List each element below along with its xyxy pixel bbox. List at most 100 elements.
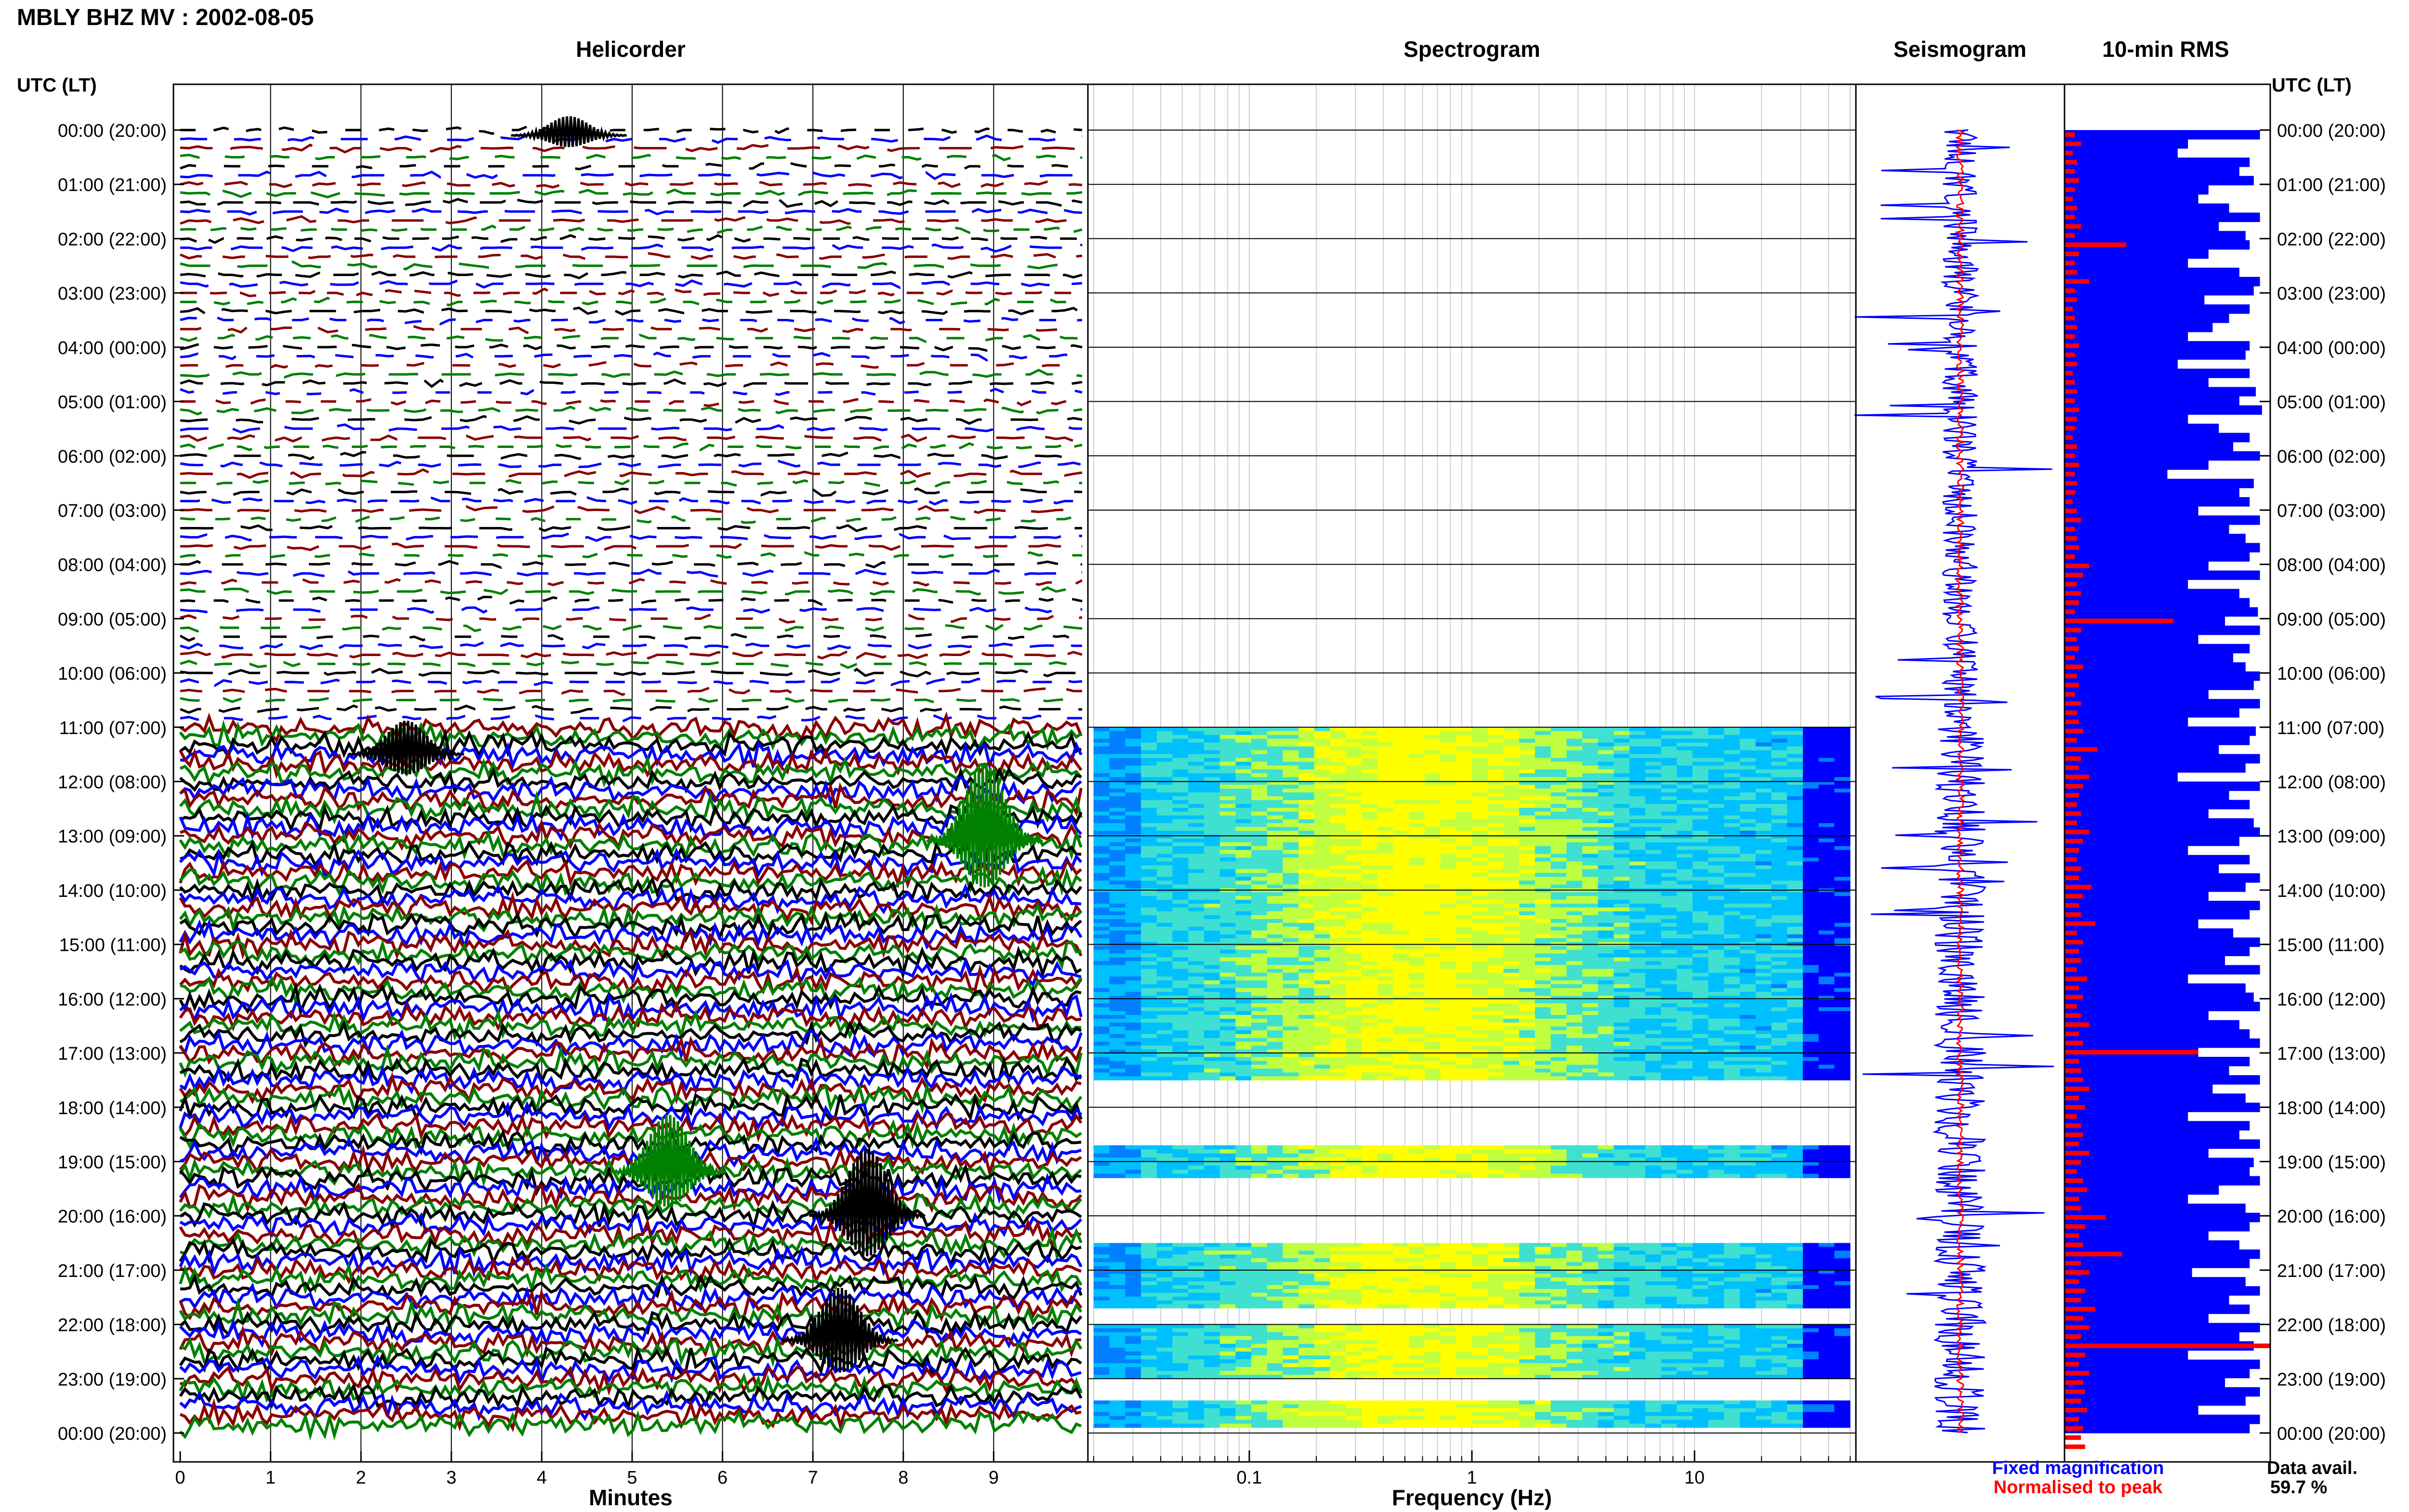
spectrogram-cell bbox=[1362, 815, 1378, 820]
spectrogram-cell bbox=[1724, 926, 1740, 931]
spectrogram-cell bbox=[1440, 857, 1456, 862]
spectrogram-cell bbox=[1424, 1165, 1441, 1170]
spectrogram-cell bbox=[1535, 1003, 1551, 1008]
spectrogram-cell bbox=[1692, 1038, 1709, 1042]
spectrogram-cell bbox=[1109, 1065, 1125, 1069]
spectrogram-cell bbox=[1235, 1026, 1252, 1031]
spectrogram-cell bbox=[1566, 727, 1583, 732]
spectrogram-cell bbox=[1219, 1065, 1236, 1069]
spectrogram-cell bbox=[1582, 1065, 1599, 1069]
spectrogram-cell bbox=[1645, 777, 1661, 781]
spectrogram-cell bbox=[1834, 735, 1851, 739]
spectrogram-cell bbox=[1771, 980, 1787, 985]
spectrogram-cell bbox=[1251, 1038, 1268, 1042]
spectrogram-cell bbox=[1834, 922, 1851, 927]
spectrogram-cell bbox=[1582, 750, 1599, 755]
spectrogram-cell bbox=[1550, 988, 1567, 992]
spectrogram-cell bbox=[1550, 1165, 1567, 1170]
spectrogram-cell bbox=[1125, 984, 1141, 988]
spectrogram-cell bbox=[1550, 877, 1567, 881]
spectrogram-cell bbox=[1535, 742, 1551, 747]
spectrogram-cell bbox=[1550, 785, 1567, 789]
spectrogram-cell bbox=[1440, 865, 1456, 869]
spectrogram-cell bbox=[1645, 1076, 1661, 1080]
spectrogram-cell bbox=[1283, 861, 1299, 866]
spectrogram-cell bbox=[1472, 1149, 1488, 1154]
spectrogram-cell bbox=[1771, 1165, 1787, 1170]
spectrogram-cell bbox=[1314, 911, 1331, 916]
spectrogram-cell bbox=[1393, 838, 1409, 843]
spectrogram-cell bbox=[1708, 926, 1724, 931]
spectrogram-cell bbox=[1503, 1003, 1520, 1008]
spectrogram-cell bbox=[1472, 1038, 1488, 1042]
spectrogram-cell bbox=[1156, 892, 1173, 896]
spectrogram-cell bbox=[1818, 1053, 1835, 1058]
spectrogram-cell bbox=[1362, 984, 1378, 988]
spectrogram-cell bbox=[1204, 765, 1220, 770]
spectrogram-cell bbox=[1172, 930, 1189, 935]
spectrogram-cell bbox=[1377, 789, 1393, 793]
helicorder-trace bbox=[180, 659, 1082, 669]
spectrogram-cell bbox=[1440, 738, 1456, 743]
spectrogram-cell bbox=[1708, 861, 1724, 866]
spectrogram-cell bbox=[1141, 769, 1157, 774]
spectrogram-cell bbox=[1314, 926, 1331, 931]
spectrogram-cell bbox=[1330, 1061, 1346, 1065]
spectrogram-cell bbox=[1724, 961, 1740, 965]
spectrogram-cell bbox=[1156, 731, 1173, 736]
spectrogram-cell bbox=[1503, 1145, 1520, 1150]
spectrogram-cell bbox=[1172, 830, 1189, 835]
spectrogram-cell bbox=[1156, 884, 1173, 889]
spectrogram-cell bbox=[1598, 1149, 1614, 1154]
spectrogram-cell bbox=[1677, 896, 1693, 900]
spectrogram-cell bbox=[1094, 930, 1110, 935]
spectrogram-cell bbox=[1424, 881, 1441, 885]
spectrogram-cell bbox=[1109, 834, 1125, 839]
spectrogram-cell bbox=[1566, 823, 1583, 828]
spectrogram-cell bbox=[1346, 1145, 1362, 1150]
spectrogram-cell bbox=[1109, 735, 1125, 739]
spectrogram-cell bbox=[1771, 857, 1787, 862]
spectrogram-cell bbox=[1109, 819, 1125, 824]
spectrogram-cell bbox=[1645, 919, 1661, 923]
spectrogram-cell bbox=[1125, 1053, 1141, 1058]
spectrogram-cell bbox=[1125, 796, 1141, 801]
spectrogram-cell bbox=[1566, 804, 1583, 808]
helicorder-trace bbox=[180, 487, 1083, 497]
helicorder-trace bbox=[180, 477, 1083, 488]
spectrogram-cell bbox=[1330, 819, 1346, 824]
spectrogram-cell bbox=[1708, 758, 1724, 762]
spectrogram-cell bbox=[1802, 922, 1819, 927]
spectrogram-cell bbox=[1472, 731, 1488, 736]
spectrogram-cell bbox=[1550, 969, 1567, 973]
spectrogram-cell bbox=[1535, 1057, 1551, 1062]
spectrogram-cell bbox=[1724, 976, 1740, 981]
spectrogram-cell bbox=[1487, 785, 1504, 789]
spectrogram-cell bbox=[1598, 1011, 1614, 1015]
spectrogram-cell bbox=[1141, 838, 1157, 843]
spectrogram-cell bbox=[1740, 738, 1756, 743]
spectrogram-cell bbox=[1219, 1015, 1236, 1019]
spectrogram-cell bbox=[1818, 892, 1835, 896]
spectrogram-cell bbox=[1566, 884, 1583, 889]
spectrogram-cell bbox=[1409, 1072, 1425, 1077]
spectrogram-cell bbox=[1204, 877, 1220, 881]
spectrogram-cell bbox=[1393, 1153, 1409, 1158]
spectrogram-cell bbox=[1535, 965, 1551, 969]
spectrogram-cell bbox=[1724, 842, 1740, 847]
spectrogram-cell bbox=[1740, 969, 1756, 973]
spectrogram-cell bbox=[1771, 769, 1787, 774]
spectrogram-cell bbox=[1519, 1173, 1535, 1178]
spectrogram-cell bbox=[1314, 769, 1331, 774]
spectrogram-cell bbox=[1472, 823, 1488, 828]
spectrogram-cell bbox=[1582, 1026, 1599, 1031]
spectrogram-cell bbox=[1456, 1161, 1472, 1166]
spectrogram-cell bbox=[1125, 946, 1141, 950]
spectrogram-cell bbox=[1440, 1026, 1456, 1031]
spectrogram-cell bbox=[1582, 746, 1599, 751]
spectrogram-cell bbox=[1629, 1165, 1646, 1170]
spectrogram-cell bbox=[1535, 1015, 1551, 1019]
spectrogram-cell bbox=[1629, 953, 1646, 958]
spectrogram-cell bbox=[1440, 1076, 1456, 1080]
spectrogram-cell bbox=[1156, 808, 1173, 812]
